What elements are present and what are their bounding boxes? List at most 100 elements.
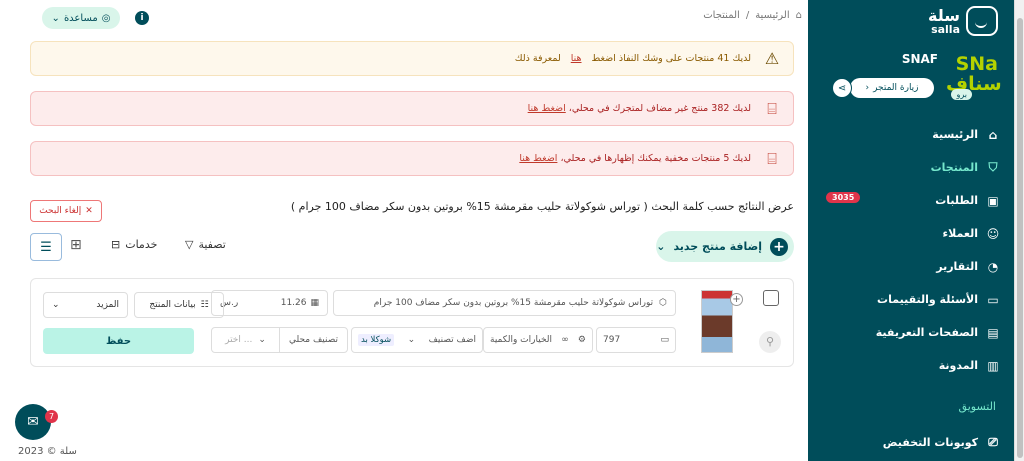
alert-link[interactable]: اضغط هنا bbox=[519, 153, 557, 164]
chevron-down-icon: ⌄ bbox=[51, 12, 60, 24]
section-marketing: التسويق bbox=[958, 400, 996, 413]
sidebar-item-home[interactable]: الرئيسية ⌂ bbox=[808, 118, 1014, 151]
message-icon: ▭ bbox=[987, 292, 999, 307]
options-field[interactable]: الخيارات والكمية ∞ ⚙ bbox=[483, 327, 593, 353]
local-category-field[interactable]: اختر ... ⌄ تصنيف محلي bbox=[211, 327, 348, 353]
alert-link[interactable]: هنا bbox=[571, 53, 582, 64]
sidebar: سلة salla SNAF SNa سناف برو › زيارة المت… bbox=[808, 0, 1014, 461]
breadcrumb-home[interactable]: الرئيسية bbox=[755, 10, 789, 21]
store-name: SNAF bbox=[901, 52, 938, 66]
help-label: مساعدة bbox=[63, 12, 98, 24]
share-icon[interactable]: ⋖ bbox=[832, 78, 852, 98]
breadcrumb-current: المنتجات bbox=[703, 10, 740, 21]
select-checkbox[interactable] bbox=[763, 290, 779, 306]
chevron-right-icon: › bbox=[865, 83, 870, 93]
product-name: توراس شوكولاتة حليب مقرمشة 15% بروتين بد… bbox=[373, 298, 654, 308]
options-label: الخيارات والكمية bbox=[490, 335, 552, 345]
cancel-search-label: إلغاء البحث bbox=[39, 206, 82, 216]
category-field[interactable]: شوكلا بد ⌄ اضف تصنيف bbox=[351, 327, 483, 353]
box-icon: ⬡ bbox=[659, 298, 667, 308]
sidebar-item-label: المدونة bbox=[938, 359, 978, 372]
price-field[interactable]: ر.س 11.26 ▦ bbox=[211, 290, 328, 316]
add-product-button[interactable]: ⌄ إضافة منتج جديد + bbox=[656, 231, 794, 262]
add-category-label: اضف تصنيف bbox=[428, 335, 476, 345]
visit-store-label: زيارة المتجر bbox=[873, 83, 919, 93]
sidebar-item-label: التقارير bbox=[936, 260, 978, 273]
scrollbar-thumb[interactable] bbox=[1017, 18, 1023, 458]
sidebar-item-coupons[interactable]: كوبونات التخفيض ⎚ bbox=[808, 426, 1014, 459]
services-button[interactable]: ⊟ خدمات bbox=[111, 238, 157, 251]
store-icon: ⌸ bbox=[767, 98, 777, 118]
sliders-icon: ☷ bbox=[200, 300, 209, 310]
sidebar-item-reports[interactable]: التقارير ◔ bbox=[808, 250, 1014, 283]
chevron-down-icon: ⌄ bbox=[656, 240, 666, 253]
sidebar-item-label: الرئيسية bbox=[932, 128, 978, 141]
alert-suffix: لمعرفة ذلك bbox=[514, 53, 561, 64]
sidebar-nav: الرئيسية ⌂ المنتجات ⛉ 3035 الطلبات ▣ الع… bbox=[808, 118, 1014, 382]
chevron-down-icon: ⌄ bbox=[258, 335, 266, 345]
add-product-label: إضافة منتج جديد bbox=[673, 240, 762, 253]
store-icon: ⌸ bbox=[767, 148, 777, 168]
chat-icon[interactable]: ✉ bbox=[15, 404, 51, 440]
page-icon: ▤ bbox=[987, 325, 999, 340]
local-category-placeholder: اختر ... bbox=[225, 335, 253, 345]
more-label: المزيد bbox=[96, 300, 119, 310]
book-icon: ▥ bbox=[987, 358, 999, 373]
sidebar-item-orders[interactable]: 3035 الطلبات ▣ bbox=[808, 184, 1014, 217]
salla-logo[interactable]: سلة salla bbox=[928, 6, 998, 36]
home-icon: ⌂ bbox=[795, 10, 802, 21]
filter-label: تصفية bbox=[198, 238, 226, 251]
pin-icon[interactable]: ⚲ bbox=[759, 331, 781, 353]
product-data-button[interactable]: بيانات المنتج ☷ bbox=[134, 292, 224, 318]
alert-text: لديك 382 منتج غير مضاف لمتجرك في محلي، bbox=[568, 103, 751, 114]
sidebar-item-reviews[interactable]: الأسئلة والتقييمات ▭ bbox=[808, 283, 1014, 316]
sidebar-item-label: العملاء bbox=[942, 227, 978, 240]
chevron-down-icon: ⌄ bbox=[52, 300, 60, 310]
cancel-search-button[interactable]: إلغاء البحث ✕ bbox=[30, 200, 102, 222]
alert-text: لديك 41 منتجات على وشك النفاذ اضغط bbox=[591, 53, 751, 64]
price-icon: ▦ bbox=[310, 298, 319, 308]
services-label: خدمات bbox=[125, 238, 158, 251]
sidebar-item-products[interactable]: المنتجات ⛉ bbox=[808, 151, 1014, 184]
help-button[interactable]: ⌄ مساعدة ◎ bbox=[42, 7, 120, 29]
chart-icon: ◔ bbox=[987, 259, 999, 274]
sidebar-item-label: الصفحات التعريفية bbox=[875, 326, 978, 339]
alert-link[interactable]: اضغط هنا bbox=[528, 103, 566, 114]
sidebar-item-pages[interactable]: الصفحات التعريفية ▤ bbox=[808, 316, 1014, 349]
lifebuoy-icon: ◎ bbox=[101, 12, 111, 24]
infinity-icon: ∞ bbox=[561, 335, 569, 345]
grid-view-icon[interactable]: ⊞ bbox=[70, 237, 82, 253]
more-button[interactable]: ⌄ المزيد bbox=[43, 292, 128, 318]
sidebar-nav-bottom: كوبونات التخفيض ⎚ bbox=[808, 426, 1014, 459]
quantity-field[interactable]: 797 ▭ bbox=[596, 327, 676, 353]
users-icon: ☺ bbox=[986, 226, 1000, 241]
product-name-field[interactable]: توراس شوكولاتة حليب مقرمشة 15% بروتين بد… bbox=[333, 290, 676, 316]
save-button[interactable]: حفظ bbox=[43, 328, 194, 354]
list-view-icon[interactable]: ☰ bbox=[30, 233, 62, 261]
sidebar-item-label: كوبونات التخفيض bbox=[882, 436, 978, 449]
filter-button[interactable]: ▽ تصفية bbox=[185, 238, 226, 251]
breadcrumb-separator: / bbox=[745, 10, 750, 21]
scrollbar[interactable] bbox=[1014, 0, 1024, 461]
orders-count-badge: 3035 bbox=[826, 192, 861, 203]
sidebar-item-customers[interactable]: العملاء ☺ bbox=[808, 217, 1014, 250]
quantity-value: 797 bbox=[603, 335, 621, 345]
briefcase-icon: ⊟ bbox=[111, 238, 121, 251]
stock-icon: ▭ bbox=[660, 335, 669, 345]
breadcrumb: المنتجات / الرئيسية ⌂ bbox=[703, 10, 802, 21]
sidebar-item-label: المنتجات bbox=[930, 161, 978, 174]
add-image-icon[interactable]: + bbox=[730, 293, 743, 306]
home-icon: ⌂ bbox=[988, 127, 998, 142]
copyright: سلة © 2023 bbox=[18, 446, 77, 457]
alert-not-added: لديك 382 منتج غير مضاف لمتجرك في محلي، ا… bbox=[30, 91, 794, 126]
sidebar-item-blog[interactable]: المدونة ▥ bbox=[808, 349, 1014, 382]
category-tag[interactable]: شوكلا بد bbox=[358, 334, 395, 346]
filter-icon: ▽ bbox=[185, 238, 194, 251]
info-icon[interactable]: i bbox=[135, 11, 149, 25]
visit-store-button[interactable]: › زيارة المتجر bbox=[850, 78, 934, 98]
product-image[interactable] bbox=[701, 290, 733, 353]
alert-low-stock: لمعرفة ذلك هنا لديك 41 منتجات على وشك ال… bbox=[30, 41, 794, 76]
chat-badge: 7 bbox=[45, 410, 58, 423]
chevron-down-icon: ⌄ bbox=[407, 335, 416, 345]
settings-icon: ⚙ bbox=[577, 335, 586, 345]
